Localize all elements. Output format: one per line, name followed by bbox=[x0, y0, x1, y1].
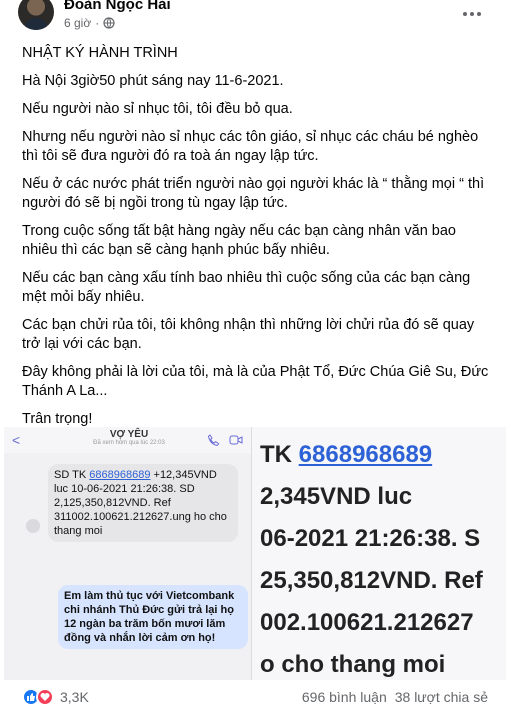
globe-icon bbox=[103, 17, 115, 29]
sms-message: SD TK 6868968689 +12,345VND luc 10-06-20… bbox=[48, 464, 238, 542]
post-paragraph: Trong cuộc sống tất bật hàng ngày nếu cá… bbox=[22, 223, 456, 258]
sms-screenshot: < VỢ YÊU Đã xem hôm qua lúc 22:03 SD TK … bbox=[4, 427, 252, 680]
zoom-line: o cho thang moi bbox=[260, 651, 446, 678]
post-meta: 6 giờ · bbox=[64, 16, 115, 30]
contact-name: VỢ YÊU bbox=[109, 429, 149, 440]
zoom-line: 06-2021 21:26:38. S bbox=[260, 525, 481, 552]
account-link: 6868968689 bbox=[89, 469, 151, 481]
author-name[interactable]: Đoàn Ngọc Hải bbox=[64, 0, 171, 13]
post-footer: 3,3K 696 bình luận 38 lượt chia sẻ bbox=[0, 680, 506, 716]
post-stats: 696 bình luận 38 lượt chia sẻ bbox=[302, 689, 488, 705]
reactions[interactable]: 3,3K bbox=[22, 688, 89, 706]
back-icon: < bbox=[12, 432, 21, 448]
comment-count[interactable]: 696 bình luận bbox=[302, 689, 387, 705]
post-text: NHẬT KÝ HÀNH TRÌNH Hà Nội 3giờ50 phút sá… bbox=[22, 44, 492, 438]
video-icon bbox=[229, 435, 243, 445]
zoom-line: 2,345VND luc bbox=[260, 483, 413, 510]
sms-header: < VỢ YÊU Đã xem hôm qua lúc 22:03 bbox=[4, 427, 251, 453]
sms-contact: VỢ YÊU Đã xem hôm qua lúc 22:03 bbox=[74, 429, 184, 446]
call-icon bbox=[207, 434, 220, 446]
post-header: Đoàn Ngọc Hải 6 giờ · bbox=[0, 0, 506, 36]
avatar[interactable] bbox=[18, 0, 54, 30]
post-paragraph: Nếu các bạn càng xấu tính bao nhiêu thì … bbox=[22, 270, 471, 305]
more-icon[interactable] bbox=[460, 6, 484, 22]
post-image[interactable]: < VỢ YÊU Đã xem hôm qua lúc 22:03 SD TK … bbox=[0, 427, 506, 680]
reaction-count[interactable]: 3,3K bbox=[60, 689, 89, 705]
post-paragraph: NHẬT KÝ HÀNH TRÌNH bbox=[22, 45, 178, 61]
zoom-line: 25,350,812VND. Ref bbox=[260, 567, 483, 594]
post-paragraph: Nhưng nếu người nào sỉ nhục các tôn giáo… bbox=[22, 129, 479, 164]
post-paragraph: Hà Nội 3giờ50 phút sáng nay 11-6-2021. bbox=[22, 73, 284, 89]
post-paragraph: Các bạn chửi rủa tôi, tôi không nhận thì… bbox=[22, 317, 475, 352]
zoom-line: TK bbox=[260, 441, 299, 468]
zoom-line: 002.100621.212627 bbox=[260, 609, 474, 636]
sms-reply: Em làm thủ tục với Vietcombank chi nhánh… bbox=[58, 585, 248, 649]
post-time[interactable]: 6 giờ bbox=[64, 16, 91, 30]
zoomed-sms: TK 6868968689 2,345VND luc 06-2021 21:26… bbox=[252, 427, 506, 680]
share-count[interactable]: 38 lượt chia sẻ bbox=[395, 689, 488, 705]
love-icon bbox=[36, 688, 54, 706]
contact-status: Đã xem hôm qua lúc 22:03 bbox=[93, 440, 165, 446]
post-paragraph: Nếu ở các nước phát triển người nào gọi … bbox=[22, 176, 485, 211]
post-paragraph: Đây không phải là lời của tôi, mà là của… bbox=[22, 364, 489, 399]
share-icon bbox=[26, 519, 40, 533]
zoom-account: 6868968689 bbox=[298, 441, 433, 468]
post-paragraph: Nếu người nào sỉ nhục tôi, tôi đều bỏ qu… bbox=[22, 101, 293, 117]
